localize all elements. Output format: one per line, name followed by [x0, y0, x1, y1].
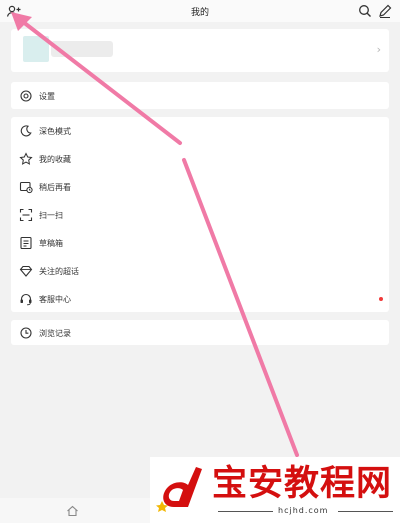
- watermark-logo-icon: [156, 467, 202, 512]
- menu-item-label: 扫一扫: [39, 211, 63, 220]
- menu-item-followed-topics[interactable]: 关注的超话: [11, 257, 389, 285]
- gear-icon: [20, 90, 32, 102]
- watch-later-icon: [19, 181, 33, 194]
- bottom-tab-bar: [0, 498, 150, 523]
- watermark-title: 宝安教程网: [212, 464, 393, 504]
- menu-item-label: 客服中心: [39, 295, 71, 304]
- notification-dot: [379, 297, 383, 301]
- menu-item-dark-mode[interactable]: 深色模式: [11, 117, 389, 145]
- chevron-right-icon: ›: [376, 43, 381, 56]
- menu-item-customer-service[interactable]: 客服中心: [11, 285, 389, 313]
- menu-item-label: 草稿箱: [39, 239, 63, 248]
- edit-icon[interactable]: [377, 3, 393, 19]
- menu-item-drafts[interactable]: 草稿箱: [11, 229, 389, 257]
- top-bar: 我的: [0, 0, 400, 22]
- scan-icon: [19, 208, 33, 222]
- settings-card: 设置: [11, 82, 389, 109]
- page-title: 我的: [190, 8, 209, 18]
- menu-item-favorites[interactable]: 我的收藏: [11, 145, 389, 173]
- watermark-url: hcjhd.com: [278, 506, 329, 515]
- avatar[interactable]: [23, 36, 49, 62]
- menu-item-label: 深色模式: [39, 127, 71, 136]
- moon-icon: [20, 125, 32, 137]
- profile-name-blurred: [51, 41, 113, 57]
- draft-icon: [20, 236, 32, 250]
- menu-item-label: 我的收藏: [39, 155, 71, 164]
- menu-item-label: 稍后再看: [39, 183, 71, 192]
- menu-item-label: 浏览记录: [39, 329, 71, 338]
- menu-card: 深色模式 我的收藏 稍后再看 扫一扫 草稿箱 关注的超话 客服中心: [11, 117, 389, 312]
- menu-item-settings[interactable]: 设置: [11, 82, 389, 110]
- watermark-divider-right: [338, 511, 393, 512]
- star-icon: [19, 152, 33, 165]
- menu-item-watch-later[interactable]: 稍后再看: [11, 173, 389, 201]
- menu-item-scan[interactable]: 扫一扫: [11, 201, 389, 229]
- clock-icon: [20, 327, 32, 339]
- menu-item-label: 设置: [39, 92, 55, 101]
- watermark: 宝安教程网 hcjhd.com: [150, 457, 400, 523]
- headset-icon: [20, 293, 32, 306]
- history-card: 浏览记录: [11, 320, 389, 345]
- menu-item-history[interactable]: 浏览记录: [11, 319, 389, 347]
- search-icon[interactable]: [357, 3, 373, 19]
- profile-card[interactable]: ›: [11, 29, 389, 72]
- menu-item-label: 关注的超话: [39, 267, 79, 276]
- home-icon[interactable]: [66, 505, 79, 517]
- watermark-divider-left: [218, 511, 273, 512]
- diamond-icon: [19, 265, 33, 277]
